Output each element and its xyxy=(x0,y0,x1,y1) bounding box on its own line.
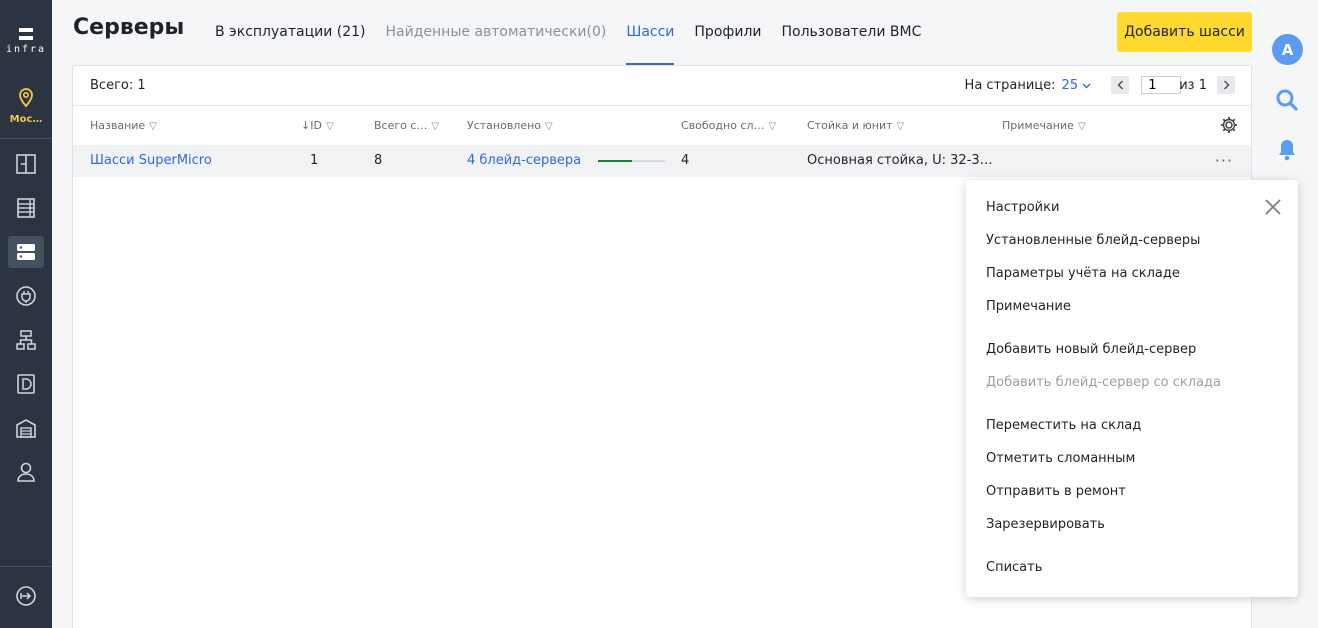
logout-icon xyxy=(16,586,36,606)
nav-item-servers[interactable] xyxy=(8,236,44,268)
location-selector[interactable]: Мос… xyxy=(0,88,52,125)
rack-icon xyxy=(16,154,36,174)
column-header-total-slots[interactable]: Всего с… ▽ xyxy=(374,119,439,132)
menu-item-add-blade-from-warehouse: Добавить блейд-сервер со склада xyxy=(986,375,1221,390)
installed-blades-link[interactable]: 4 блейд-сервера xyxy=(467,153,581,168)
column-label: ↓ID xyxy=(301,119,322,132)
column-header-name[interactable]: Название ▽ xyxy=(90,119,157,132)
cell-rack: Основная стойка, U: 32-3… xyxy=(807,153,993,168)
user-icon xyxy=(17,462,35,482)
menu-item-add-new-blade[interactable]: Добавить новый блейд-сервер xyxy=(986,342,1196,357)
menu-item-move-to-warehouse[interactable]: Переместить на склад xyxy=(986,418,1141,433)
collapse-sidebar-button[interactable] xyxy=(8,580,44,612)
menu-item-installed-blades[interactable]: Установленные блейд-серверы xyxy=(986,233,1200,248)
tab-bmc-users[interactable]: Пользователи BMC xyxy=(782,23,922,65)
cell-id: 1 xyxy=(310,153,319,168)
column-label: Название xyxy=(90,119,146,132)
per-page-label: На странице: xyxy=(964,77,1056,93)
sidebar-divider xyxy=(0,138,52,139)
tab-profiles[interactable]: Профили xyxy=(694,23,761,65)
menu-item-mark-broken[interactable]: Отметить сломанным xyxy=(986,451,1135,466)
per-page-value: 25 xyxy=(1061,77,1079,93)
logo-icon xyxy=(19,28,33,40)
app-logo[interactable]: infra xyxy=(0,28,52,55)
tabs-bar: В эксплуатации (21) Найденные автоматиче… xyxy=(215,23,941,65)
installed-progress-fill xyxy=(598,160,632,162)
power-plug-icon xyxy=(16,286,36,306)
search-icon[interactable] xyxy=(1274,87,1300,113)
filter-icon[interactable]: ▽ xyxy=(149,121,157,132)
column-header-installed[interactable]: Установлено ▽ xyxy=(467,119,553,132)
network-icon xyxy=(16,330,36,350)
sidebar-divider-bottom xyxy=(0,566,52,567)
table-header: Название ▽ ↓ID ▽ Всего с… ▽ Установлено ▽ Св… xyxy=(73,105,1251,145)
cabinet-icon xyxy=(17,198,35,218)
page-number-input[interactable] xyxy=(1141,76,1182,94)
warehouse-icon xyxy=(16,419,36,438)
location-label: Мос… xyxy=(9,114,43,125)
menu-item-reserve[interactable]: Зарезервировать xyxy=(986,517,1105,532)
filter-icon[interactable]: ▽ xyxy=(897,121,905,132)
filter-icon[interactable]: ▽ xyxy=(545,121,553,132)
menu-item-settings[interactable]: Настройки xyxy=(986,200,1059,215)
tab-chassis[interactable]: Шасси xyxy=(626,23,675,65)
column-header-note[interactable]: Примечание ▽ xyxy=(1002,119,1086,132)
avatar[interactable]: A xyxy=(1272,34,1303,65)
nav-item-power[interactable] xyxy=(8,280,44,312)
table-row[interactable]: Шасси SuperMicro 1 8 4 блейд-сервера 4 О… xyxy=(73,145,1251,177)
storage-disk-icon xyxy=(17,374,35,394)
page-of-label: из 1 xyxy=(1179,77,1207,93)
pagination: На странице: 25 из 1 xyxy=(965,76,1235,94)
close-icon[interactable] xyxy=(1264,198,1282,216)
row-context-menu: Настройки Установленные блейд-серверы Па… xyxy=(966,180,1298,597)
chassis-name-link[interactable]: Шасси SuperMicro xyxy=(90,153,212,168)
chevron-down-icon xyxy=(1082,83,1091,88)
next-page-button[interactable] xyxy=(1217,76,1235,94)
chevron-left-icon xyxy=(1117,80,1123,90)
chevron-right-icon xyxy=(1223,80,1230,90)
bell-icon[interactable] xyxy=(1274,137,1300,163)
column-label: Свободно сл… xyxy=(681,119,765,132)
tab-auto-discovered[interactable]: Найденные автоматически(0) xyxy=(386,23,607,65)
menu-item-note[interactable]: Примечание xyxy=(986,299,1071,314)
column-header-free-slots[interactable]: Свободно сл… ▽ xyxy=(681,119,776,132)
gear-icon[interactable] xyxy=(1219,115,1239,135)
total-count: Всего: 1 xyxy=(90,78,146,93)
column-label: Всего с… xyxy=(374,119,428,132)
page-title: Серверы xyxy=(73,15,185,40)
filter-icon[interactable]: ▽ xyxy=(1078,121,1086,132)
column-label: Примечание xyxy=(1002,119,1074,132)
left-sidebar: infra Мос… xyxy=(0,0,52,628)
nav-item-users[interactable] xyxy=(8,456,44,488)
add-chassis-button[interactable]: Добавить шасси xyxy=(1117,12,1252,52)
column-header-rack[interactable]: Стойка и юнит ▽ xyxy=(807,119,904,132)
server-icon xyxy=(17,244,35,260)
more-icon[interactable]: ··· xyxy=(1215,151,1233,170)
per-page-select[interactable]: 25 xyxy=(1062,78,1092,93)
column-label: Стойка и юнит xyxy=(807,119,893,132)
filter-icon[interactable]: ▽ xyxy=(431,121,439,132)
tab-in-operation[interactable]: В эксплуатации (21) xyxy=(215,23,366,65)
location-pin-icon xyxy=(19,88,33,108)
nav-item-racks[interactable] xyxy=(8,148,44,180)
installed-progress-bar xyxy=(598,160,665,162)
menu-item-warehouse-params[interactable]: Параметры учёта на складе xyxy=(986,266,1180,281)
cell-total-slots: 8 xyxy=(374,153,383,168)
nav-item-cabinets[interactable] xyxy=(8,192,44,224)
nav-item-storage[interactable] xyxy=(8,368,44,400)
prev-page-button[interactable] xyxy=(1111,76,1130,94)
filter-icon[interactable]: ▽ xyxy=(326,121,334,132)
cell-free-slots: 4 xyxy=(681,153,690,168)
nav-item-network[interactable] xyxy=(8,324,44,356)
menu-item-send-to-repair[interactable]: Отправить в ремонт xyxy=(986,484,1126,499)
column-header-id[interactable]: ↓ID ▽ xyxy=(301,119,334,132)
column-label: Установлено xyxy=(467,119,542,132)
filter-icon[interactable]: ▽ xyxy=(769,121,777,132)
nav-item-warehouse[interactable] xyxy=(8,412,44,444)
menu-item-write-off[interactable]: Списать xyxy=(986,560,1042,575)
logo-text: infra xyxy=(5,44,47,55)
